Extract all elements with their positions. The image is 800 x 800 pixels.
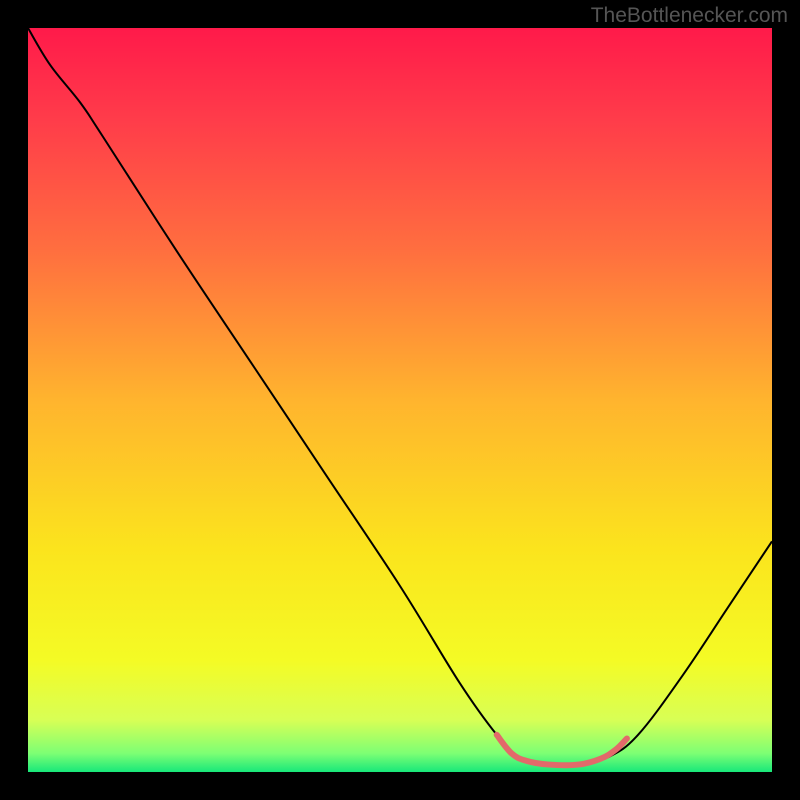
chart-container: TheBottlenecker.com [0,0,800,800]
watermark-text: TheBottlenecker.com [591,4,788,28]
gradient-background [28,28,772,772]
chart-svg [28,28,772,772]
plot-area [28,28,772,772]
